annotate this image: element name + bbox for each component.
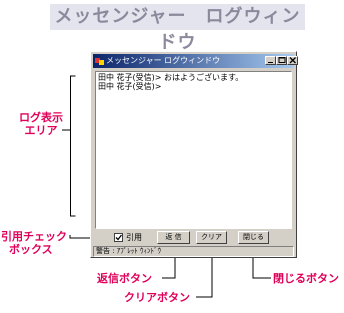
minimize-button[interactable] — [265, 56, 276, 65]
annotation-close-button: 閉じるボタン — [273, 272, 339, 285]
check-icon — [115, 234, 122, 241]
clear-button[interactable]: クリア — [196, 231, 227, 244]
log-line: 田中 花子(受信)> おはようございます。 — [98, 73, 244, 82]
close-button[interactable]: 閉じる — [238, 231, 269, 244]
log-line: 田中 花子(受信)> — [98, 82, 162, 91]
annotation-clear-button: クリアボタン — [124, 291, 190, 304]
window-title: メッセンジャー ログウィンドウ — [106, 56, 221, 65]
log-window: メッセンジャー ログウィンドウ 田中 花子(受信)> おはようございます。 田中… — [90, 51, 298, 258]
messenger-app-icon — [95, 58, 104, 65]
quote-checkbox[interactable]: 引用 — [114, 231, 152, 244]
window-close-button[interactable] — [287, 56, 298, 65]
log-display-area[interactable]: 田中 花子(受信)> おはようございます。 田中 花子(受信)> — [95, 71, 292, 229]
annotation-log-area: ログ表示 エリア — [19, 111, 63, 137]
checkbox-box[interactable] — [114, 233, 123, 242]
window-titlebar[interactable]: メッセンジャー ログウィンドウ — [93, 54, 298, 68]
maximize-button[interactable] — [276, 56, 287, 65]
annotation-reply-button: 返信ボタン — [97, 272, 152, 285]
annotation-quote-checkbox: 引用チェック ボックス — [1, 230, 67, 256]
reply-button[interactable]: 返 信 — [157, 231, 190, 244]
quote-checkbox-label: 引用 — [126, 233, 142, 242]
status-bar: 警告 : ｱﾌﾟﾚｯﾄ ｳｨﾝﾄﾞｳ — [93, 246, 294, 257]
